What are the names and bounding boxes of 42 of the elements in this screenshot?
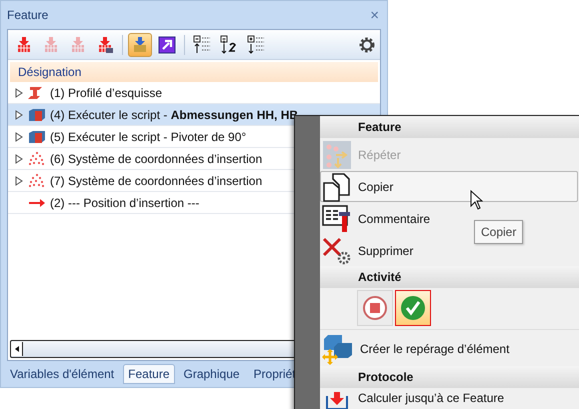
menu-item[interactable]: Calculer jusqu’à ce Feature bbox=[320, 389, 578, 409]
copy-icon bbox=[322, 172, 352, 202]
expand-arrow-icon[interactable] bbox=[14, 154, 24, 164]
activity-button[interactable] bbox=[395, 290, 431, 326]
block-icon bbox=[27, 106, 47, 122]
table-hammer-icon bbox=[322, 204, 352, 234]
panel-tab[interactable]: Propriét bbox=[248, 364, 301, 384]
tree-level-icon bbox=[219, 34, 239, 54]
dots-icon bbox=[27, 172, 47, 188]
row-label: (7) Système de coordonnées d’insertion bbox=[50, 174, 262, 188]
panel-tab[interactable]: Graphique bbox=[178, 364, 245, 384]
menu-section-title: Activité bbox=[320, 266, 579, 288]
menu-item[interactable]: Copier bbox=[320, 171, 578, 202]
menu-section-title: Protocole bbox=[320, 366, 579, 388]
tree-expand-icon bbox=[246, 34, 266, 54]
dots-arrows-icon bbox=[322, 140, 352, 170]
panel-tab[interactable]: Feature bbox=[123, 364, 174, 384]
tree-collapse-icon bbox=[192, 34, 212, 54]
row-label: (6) Système de coordonnées d’insertion bbox=[50, 152, 262, 166]
panel-title: Feature bbox=[7, 8, 48, 22]
scroll-left-button[interactable] bbox=[11, 342, 23, 356]
blocks-arrows-icon bbox=[322, 332, 354, 364]
menu-item[interactable]: Créer le repérage d’élément bbox=[320, 331, 578, 366]
menu-section-title: Feature bbox=[320, 116, 579, 138]
expand-arrow-icon[interactable] bbox=[14, 176, 24, 186]
row-label: (1) Profilé d’esquisse bbox=[50, 86, 162, 100]
expand-arrow-icon[interactable] bbox=[14, 132, 24, 142]
mouse-cursor-icon bbox=[470, 190, 483, 210]
left-arrow-icon bbox=[14, 346, 18, 352]
expand-arrow-icon[interactable] bbox=[14, 88, 24, 98]
row-label: (2) --- Position d’insertion --- bbox=[50, 196, 200, 210]
row-label: (5) Exécuter le script - Pivoter de 90° bbox=[50, 130, 246, 144]
settings-icon[interactable] bbox=[358, 36, 376, 54]
expand-arrow-icon[interactable] bbox=[14, 110, 24, 120]
column-header[interactable]: Désignation bbox=[10, 62, 378, 82]
check-icon bbox=[400, 295, 426, 321]
panel-tab[interactable]: Variables d'élément bbox=[5, 364, 120, 384]
stop-icon bbox=[362, 295, 388, 321]
cross-gear-icon bbox=[322, 236, 352, 266]
dots-icon bbox=[27, 150, 47, 166]
block-icon bbox=[27, 128, 47, 144]
tooltip: Copier bbox=[474, 220, 524, 244]
